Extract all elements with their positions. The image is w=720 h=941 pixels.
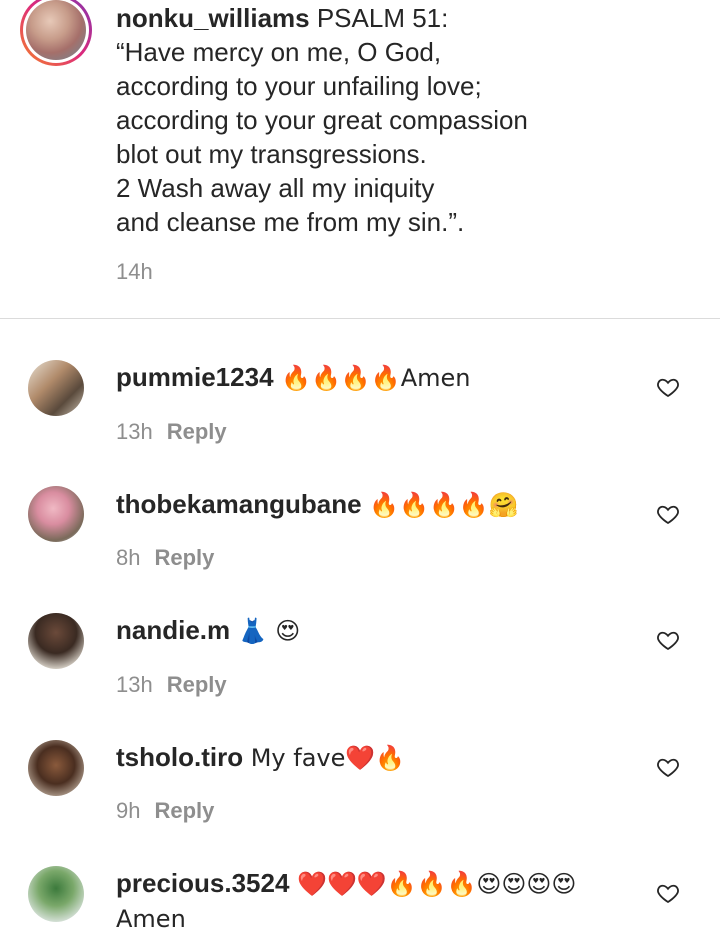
comment-username[interactable]: thobekamangubane: [116, 489, 362, 519]
caption-block: nonku_williams PSALM 51: “Have mercy on …: [0, 0, 720, 318]
comment-timestamp: 13h: [116, 672, 153, 697]
divider: [0, 318, 720, 319]
reply-button[interactable]: Reply: [167, 419, 227, 444]
like-heart-icon[interactable]: [656, 628, 680, 652]
caption-text: nonku_williams PSALM 51: “Have mercy on …: [116, 1, 696, 239]
comment-body: pummie1234 🔥🔥🔥🔥Amen: [116, 360, 636, 395]
comment-body: tsholo.tiro My fave❤️🔥: [116, 740, 636, 775]
comment-timestamp: 9h: [116, 798, 141, 823]
reply-button[interactable]: Reply: [154, 545, 214, 570]
avatar[interactable]: [28, 360, 84, 416]
comment-body: precious.3524 ❤️❤️❤️🔥🔥🔥😍😍😍😍 Amen: [116, 866, 636, 936]
avatar[interactable]: [28, 740, 84, 796]
comment-text: My fave❤️🔥: [243, 744, 406, 772]
caption-avatar[interactable]: [20, 0, 92, 66]
like-heart-icon[interactable]: [656, 881, 680, 905]
comment-meta: 9h Reply: [116, 798, 214, 824]
like-heart-icon[interactable]: [656, 755, 680, 779]
comment-body: thobekamangubane 🔥🔥🔥🔥🤗: [116, 487, 636, 522]
comment-username[interactable]: tsholo.tiro: [116, 742, 243, 772]
comment-username[interactable]: nandie.m: [116, 615, 230, 645]
comment-timestamp: 8h: [116, 545, 141, 570]
avatar[interactable]: [28, 613, 84, 669]
like-heart-icon[interactable]: [656, 502, 680, 526]
comment-text: 🔥🔥🔥🔥Amen: [273, 364, 471, 392]
caption-username[interactable]: nonku_williams: [116, 3, 310, 33]
caption-timestamp: 14h: [116, 259, 153, 284]
comment-meta: 13h Reply: [116, 672, 227, 698]
comment-body: nandie.m 👗 😍: [116, 613, 636, 648]
avatar[interactable]: [28, 486, 84, 542]
comment-meta: 8h Reply: [116, 545, 214, 571]
reply-button[interactable]: Reply: [167, 672, 227, 697]
comment-username[interactable]: precious.3524: [116, 868, 289, 898]
comment-username[interactable]: pummie1234: [116, 362, 274, 392]
comment-meta: 13h Reply: [116, 419, 227, 445]
comment-timestamp: 13h: [116, 419, 153, 444]
reply-button[interactable]: Reply: [154, 798, 214, 823]
avatar[interactable]: [28, 866, 84, 922]
like-heart-icon[interactable]: [656, 375, 680, 399]
caption-body: PSALM 51: “Have mercy on me, O God, acco…: [116, 3, 528, 237]
comment-text: 👗 😍: [230, 617, 301, 645]
comment-text: 🔥🔥🔥🔥🤗: [361, 491, 519, 519]
